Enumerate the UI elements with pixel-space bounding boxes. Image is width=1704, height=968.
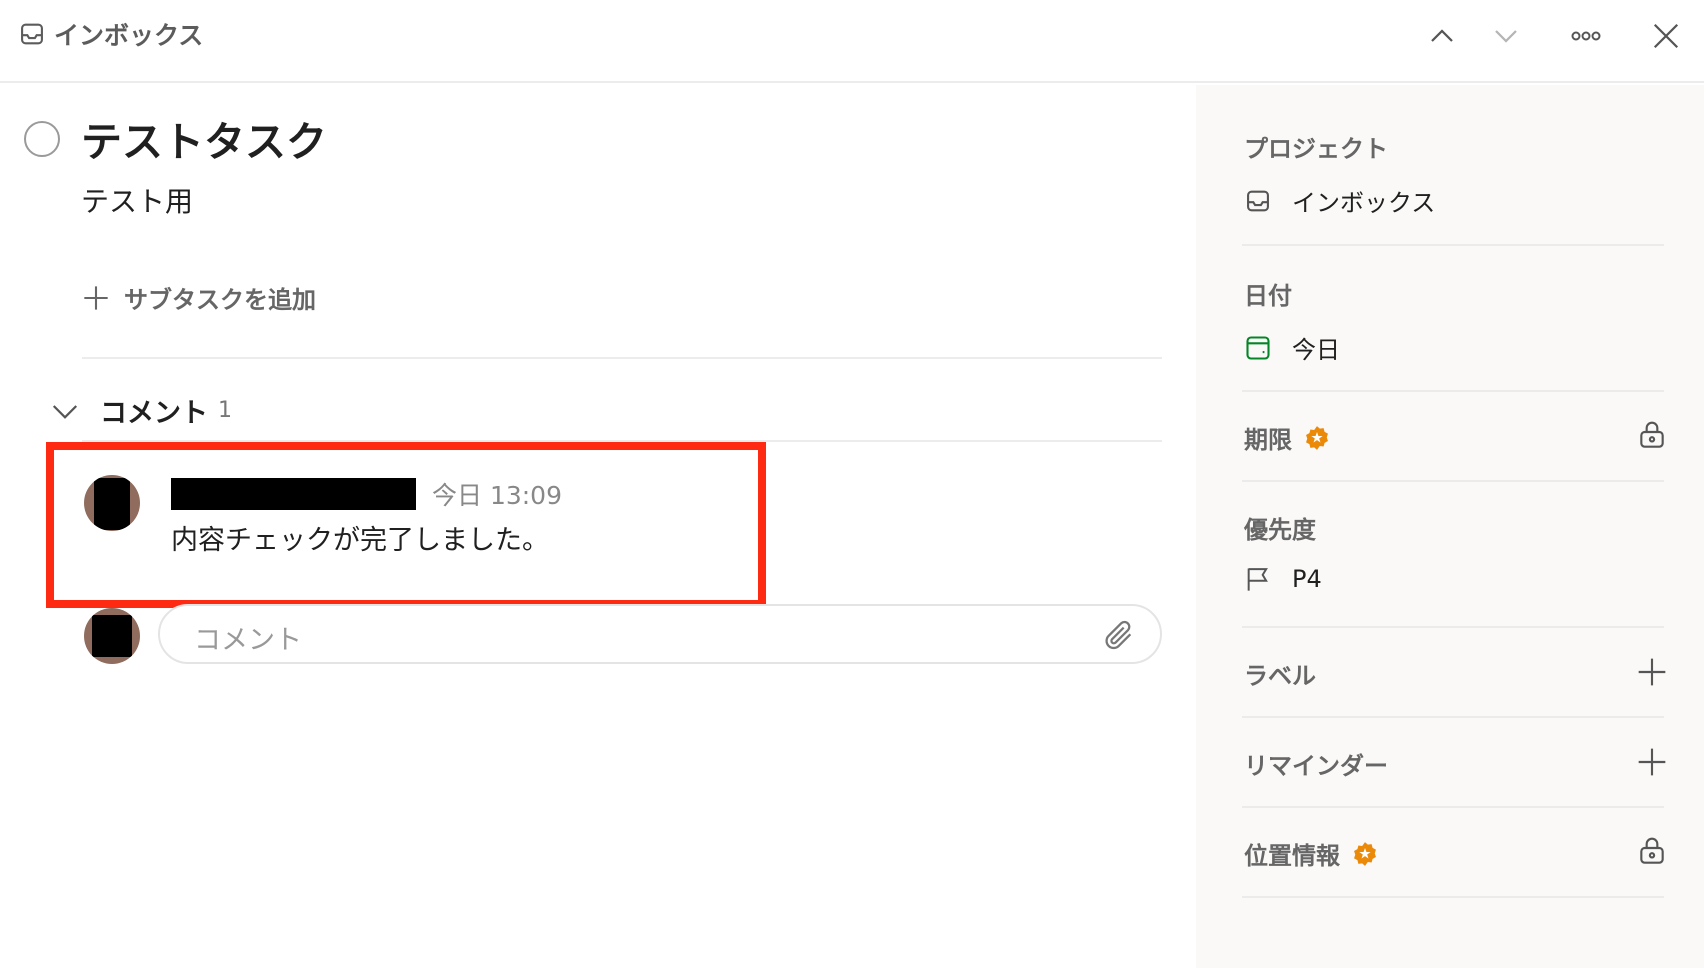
comment-input[interactable]: コメント (158, 604, 1162, 664)
breadcrumb[interactable]: インボックス (18, 18, 203, 50)
flag-icon (1247, 568, 1268, 591)
breadcrumb-label: インボックス (54, 21, 204, 50)
project-value: インボックス (1292, 189, 1436, 217)
labels-label: ラベル (1244, 662, 1316, 690)
divider (82, 357, 1162, 359)
complete-task-checkbox[interactable] (24, 121, 60, 157)
plus-icon (84, 285, 108, 310)
add-subtask-label: サブタスクを追加 (124, 286, 316, 314)
task-title[interactable]: テストタスク (81, 108, 327, 168)
comments-count: 1 (218, 398, 232, 423)
location-label: 位置情報 (1244, 842, 1340, 870)
divider (1242, 716, 1664, 718)
priority-value: P4 (1292, 565, 1322, 593)
divider (1242, 244, 1664, 246)
previous-task-button[interactable] (1418, 12, 1466, 60)
task-sidebar: プロジェクト インボックス 日付 今日 期限 優先度 P4 ラベル リマインダー… (1196, 85, 1704, 968)
lock-icon[interactable] (1636, 418, 1668, 450)
chevron-down-icon (1495, 30, 1517, 43)
task-description[interactable]: テスト用 (81, 180, 193, 220)
lock-icon[interactable] (1636, 834, 1668, 866)
date-label: 日付 (1244, 282, 1292, 310)
comments-toggle[interactable]: コメント 1 (50, 391, 232, 430)
more-icon (1571, 31, 1601, 41)
more-options-button[interactable] (1562, 12, 1610, 60)
add-subtask-button[interactable]: サブタスクを追加 (82, 280, 316, 315)
divider (1242, 806, 1664, 808)
close-button[interactable] (1642, 12, 1690, 60)
priority-label: 優先度 (1244, 516, 1316, 544)
pro-badge-icon (1306, 425, 1328, 450)
project-label: プロジェクト (1244, 135, 1388, 163)
next-task-button[interactable] (1482, 12, 1530, 60)
divider (1242, 896, 1664, 898)
comment-input-placeholder: コメント (194, 625, 302, 656)
inbox-icon (21, 23, 43, 45)
close-icon (1653, 23, 1679, 49)
divider (1242, 626, 1664, 628)
highlight-annotation (46, 442, 766, 608)
add-reminder-plus-icon[interactable] (1636, 746, 1668, 778)
chevron-down-icon (52, 404, 78, 419)
pro-badge-icon (1354, 841, 1376, 866)
add-label-plus-icon[interactable] (1636, 656, 1668, 688)
divider (1242, 480, 1664, 482)
date-selector[interactable]: 今日 (1244, 330, 1340, 365)
location-label-row[interactable]: 位置情報 (1244, 836, 1378, 871)
avatar (84, 608, 140, 664)
project-selector[interactable]: インボックス (1244, 183, 1435, 218)
task-header: インボックス (0, 0, 1704, 83)
divider (1242, 390, 1664, 392)
chevron-up-icon (1431, 29, 1453, 42)
calendar-icon (1246, 335, 1270, 360)
comments-label: コメント (100, 398, 208, 429)
redaction-mask (92, 615, 132, 657)
paperclip-icon[interactable] (1102, 618, 1136, 652)
priority-selector[interactable]: P4 (1244, 565, 1322, 593)
deadline-label: 期限 (1244, 426, 1292, 454)
date-value: 今日 (1292, 336, 1340, 364)
reminders-label: リマインダー (1244, 752, 1388, 780)
deadline-label-row[interactable]: 期限 (1244, 420, 1330, 455)
inbox-icon (1247, 190, 1269, 211)
